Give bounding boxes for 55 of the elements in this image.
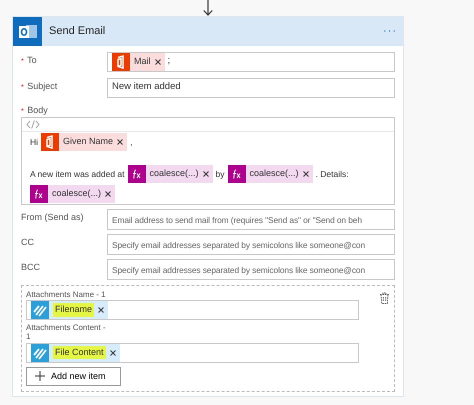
field-label: Attachments Content - 1 xyxy=(26,322,107,342)
field-label: BCC xyxy=(21,262,40,272)
remove-icon[interactable] xyxy=(202,171,209,177)
dynamic-content-token[interactable]: coalesce(...) xyxy=(128,165,213,183)
token-label: Given Name xyxy=(63,135,114,148)
input-field[interactable]: Mail ; xyxy=(107,52,395,72)
field-label: From (Send as) xyxy=(21,212,84,222)
remove-icon[interactable] xyxy=(117,139,124,145)
more-button[interactable]: ··· xyxy=(377,23,403,40)
body-text: Hi xyxy=(30,136,38,148)
office-icon xyxy=(112,52,130,70)
separator-text: ; xyxy=(168,54,170,68)
remove-icon[interactable] xyxy=(98,307,104,314)
dynamic-content-token[interactable]: Mail xyxy=(112,52,165,70)
dynamic-content-token[interactable]: Filename xyxy=(31,301,108,320)
input-field[interactable]: Filename xyxy=(26,300,359,320)
stripes-icon xyxy=(31,344,49,362)
function-icon xyxy=(228,165,246,183)
dynamic-content-token[interactable]: File Content xyxy=(31,344,120,362)
body-editor[interactable]: Hi Given Name , A new item was added at coalesce(...) by coalesce(...) . Details: coalesce(...) xyxy=(21,117,395,205)
field-value: New item added xyxy=(112,80,181,94)
remove-icon[interactable] xyxy=(110,350,116,356)
plus-icon xyxy=(35,371,45,382)
remove-icon[interactable] xyxy=(154,58,161,64)
token-label: File Content xyxy=(53,346,106,360)
token-label: Mail xyxy=(134,54,151,68)
input-field[interactable]: New item added xyxy=(107,78,395,98)
remove-icon[interactable] xyxy=(302,171,309,177)
body-text: . Details: xyxy=(316,168,349,180)
input-field[interactable]: Specify email addresses separated by semicolons like someone@con xyxy=(107,259,395,280)
dynamic-content-token[interactable]: Given Name xyxy=(41,133,128,151)
token-label: coalesce(...) xyxy=(52,187,102,200)
body-text: by xyxy=(216,168,225,180)
function-icon xyxy=(30,185,48,203)
input-field[interactable]: File Content xyxy=(26,342,359,363)
code-view-icon[interactable] xyxy=(26,120,40,129)
delete-icon[interactable] xyxy=(379,292,390,304)
token-label: Filename xyxy=(53,303,94,317)
dynamic-content-token[interactable]: coalesce(...) xyxy=(30,185,116,203)
card-title: Send Email xyxy=(49,24,106,40)
field-label: CC xyxy=(21,237,34,247)
token-label: coalesce(...) xyxy=(150,167,199,180)
function-icon xyxy=(128,165,146,183)
field-label: Attachments Name - 1 xyxy=(26,289,107,300)
token-label: coalesce(...) xyxy=(250,167,299,180)
body-text: A new item was added at xyxy=(30,168,125,180)
office-icon xyxy=(41,133,60,151)
down-arrow-icon xyxy=(203,0,213,16)
remove-icon[interactable] xyxy=(105,191,112,197)
input-field[interactable]: Specify email addresses separated by semicolons like someone@con xyxy=(107,234,395,255)
input-field[interactable]: Email address to send mail from (requires "Send as" or "Send on beh xyxy=(107,209,395,230)
dynamic-content-token[interactable]: coalesce(...) xyxy=(228,165,313,183)
body-text: , xyxy=(130,136,132,148)
stripes-icon xyxy=(31,301,49,320)
add-item-button[interactable]: Add new item xyxy=(26,366,121,386)
